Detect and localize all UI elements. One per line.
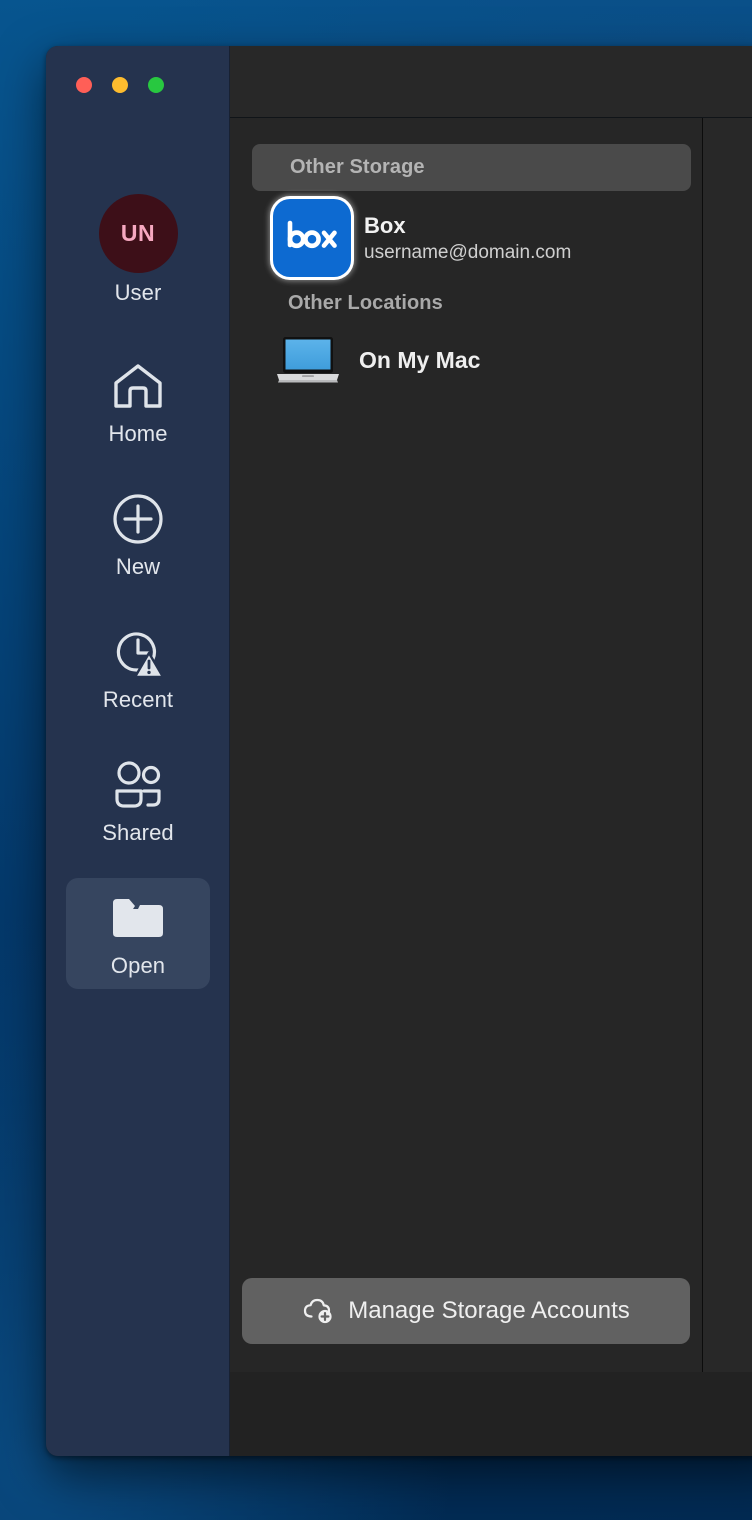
minimize-window-button[interactable] <box>112 77 128 93</box>
section-header-other-locations: Other Locations <box>288 292 702 315</box>
plus-circle-icon <box>110 491 166 547</box>
sidebar-item-label-open: Open <box>111 955 165 977</box>
maximize-window-button[interactable] <box>148 77 164 93</box>
close-window-button[interactable] <box>76 77 92 93</box>
manage-storage-accounts-button[interactable]: Manage Storage Accounts <box>242 1278 690 1344</box>
sidebar-item-label-home: Home <box>108 423 167 445</box>
toolbar <box>230 46 752 118</box>
sidebar-item-open[interactable]: Open <box>66 878 210 989</box>
sidebar-item-user[interactable]: UN User <box>66 182 210 316</box>
cloud-plus-icon <box>302 1297 336 1325</box>
sidebar-item-label-user: User <box>115 282 162 304</box>
sidebar: UN User Home <box>46 46 230 1456</box>
section-header-other-storage[interactable]: Other Storage <box>252 144 691 191</box>
window-bottom-strip <box>230 1372 752 1456</box>
window-controls <box>46 46 230 118</box>
macbook-icon <box>275 334 341 386</box>
box-app-icon <box>273 199 351 277</box>
sidebar-item-new[interactable]: New <box>66 479 210 590</box>
content-area: Other Storage <box>230 46 752 1456</box>
panel-footer: Manage Storage Accounts <box>230 1278 702 1372</box>
storage-panel: Other Storage <box>230 118 703 1372</box>
manage-storage-accounts-label: Manage Storage Accounts <box>348 1297 630 1325</box>
location-name: On My Mac <box>359 349 480 372</box>
people-icon <box>110 757 166 813</box>
account-email: username@domain.com <box>364 243 571 262</box>
home-icon <box>110 358 166 414</box>
desktop-background: UN User Home <box>0 0 752 1520</box>
sidebar-item-label-recent: Recent <box>103 689 173 711</box>
sidebar-item-home[interactable]: Home <box>66 346 210 457</box>
sidebar-item-label-shared: Shared <box>102 822 174 844</box>
sidebar-nav: UN User Home <box>46 118 230 1011</box>
detail-pane <box>703 118 752 1372</box>
sidebar-item-recent[interactable]: Recent <box>66 612 210 723</box>
app-window: UN User Home <box>46 46 752 1456</box>
avatar: UN <box>99 194 178 273</box>
account-text: Box username@domain.com <box>364 215 571 262</box>
sidebar-item-label-new: New <box>116 556 160 578</box>
clock-warning-icon <box>110 624 166 680</box>
list-item-on-my-mac[interactable]: On My Mac <box>230 315 702 386</box>
sidebar-item-shared[interactable]: Shared <box>66 745 210 856</box>
account-name: Box <box>364 215 571 237</box>
body-area: Other Storage <box>230 118 752 1372</box>
list-item-box-account[interactable]: Box username@domain.com <box>230 191 702 277</box>
folder-icon <box>110 890 166 946</box>
